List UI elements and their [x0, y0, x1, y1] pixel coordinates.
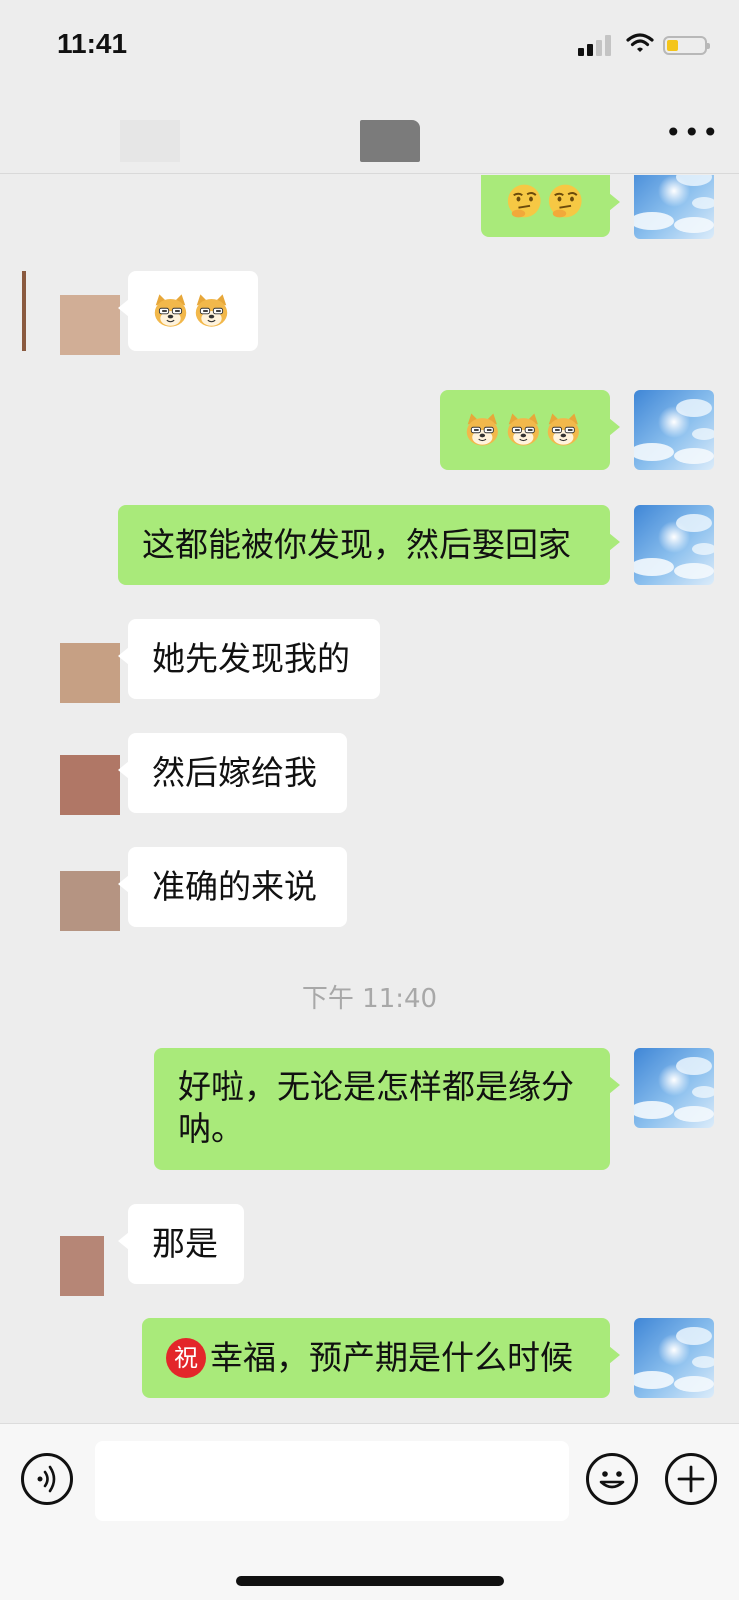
- thinking-face-icon: [505, 181, 544, 221]
- voice-input-button[interactable]: [21, 1453, 73, 1505]
- doge-icon: [193, 292, 230, 330]
- contact-avatar[interactable]: [60, 643, 120, 703]
- thinking-face-icon: [546, 181, 585, 221]
- my-avatar[interactable]: [634, 390, 714, 470]
- my-avatar[interactable]: [634, 1048, 714, 1128]
- my-avatar[interactable]: [634, 175, 714, 239]
- doge-icon: [152, 292, 189, 330]
- message-bubble-incoming[interactable]: 她先发现我的: [118, 619, 380, 699]
- message-text: 幸福，预产期是什么时候: [210, 1338, 573, 1377]
- message-bubble-outgoing[interactable]: 好啦，无论是怎样都是缘分 呐。: [154, 1048, 620, 1170]
- smiley-icon: [599, 1471, 625, 1489]
- message-text-line: 呐。: [178, 1109, 244, 1148]
- message-bubble-outgoing[interactable]: [440, 390, 620, 470]
- home-indicator: [236, 1576, 504, 1586]
- more-options-icon[interactable]: •••: [665, 119, 721, 147]
- message-bubble-incoming[interactable]: 然后嫁给我: [118, 733, 347, 813]
- cellular-signal-icon: [578, 34, 612, 56]
- message-text: 这都能被你发现，然后娶回家: [142, 525, 571, 564]
- contact-avatar[interactable]: [60, 295, 120, 355]
- more-functions-button[interactable]: [665, 1453, 717, 1505]
- message-text: 那是: [152, 1224, 218, 1263]
- message-bubble-outgoing[interactable]: 这都能被你发现，然后娶回家: [118, 505, 620, 585]
- message-timestamp: 下午 11:40: [301, 984, 438, 1014]
- message-bubble-outgoing[interactable]: [481, 175, 620, 237]
- chat-header: •••: [0, 90, 739, 174]
- voice-icon: [37, 1465, 56, 1493]
- contact-avatar[interactable]: [60, 755, 120, 815]
- message-text: 然后嫁给我: [152, 753, 317, 792]
- contact-name-redacted: [120, 120, 180, 162]
- battery-icon: [663, 36, 710, 55]
- doge-icon: [545, 411, 582, 449]
- status-bar: 11:41: [0, 0, 739, 90]
- contact-avatar[interactable]: [60, 871, 120, 931]
- message-text: 准确的来说: [152, 867, 317, 906]
- contact-name-redacted-2: [360, 120, 420, 162]
- contact-avatar[interactable]: [60, 1236, 104, 1296]
- avatar-edge: [22, 271, 26, 351]
- wifi-icon: [626, 33, 654, 52]
- message-input[interactable]: [95, 1441, 569, 1521]
- message-bubble-incoming[interactable]: [118, 271, 258, 351]
- message-bubble-incoming[interactable]: 那是: [118, 1204, 244, 1284]
- message-bubble-outgoing[interactable]: 祝 幸福，预产期是什么时候: [142, 1318, 620, 1398]
- doge-icon: [505, 411, 542, 449]
- plus-icon: [677, 1465, 705, 1493]
- message-list[interactable]: 这都能被你发现，然后娶回家 她先发现我的 然后嫁给我 准确的来说 下午 11:4…: [0, 175, 739, 1423]
- message-text-line: 好啦，无论是怎样都是缘分: [178, 1067, 574, 1106]
- my-avatar[interactable]: [634, 505, 714, 585]
- doge-icon: [464, 411, 501, 449]
- emoji-button[interactable]: [586, 1453, 638, 1505]
- my-avatar[interactable]: [634, 1318, 714, 1398]
- message-bubble-incoming[interactable]: 准确的来说: [118, 847, 347, 927]
- status-time: 11:41: [57, 28, 128, 59]
- blessing-emoji-icon: 祝: [166, 1338, 206, 1378]
- input-toolbar: [0, 1423, 739, 1600]
- message-text: 她先发现我的: [152, 639, 350, 678]
